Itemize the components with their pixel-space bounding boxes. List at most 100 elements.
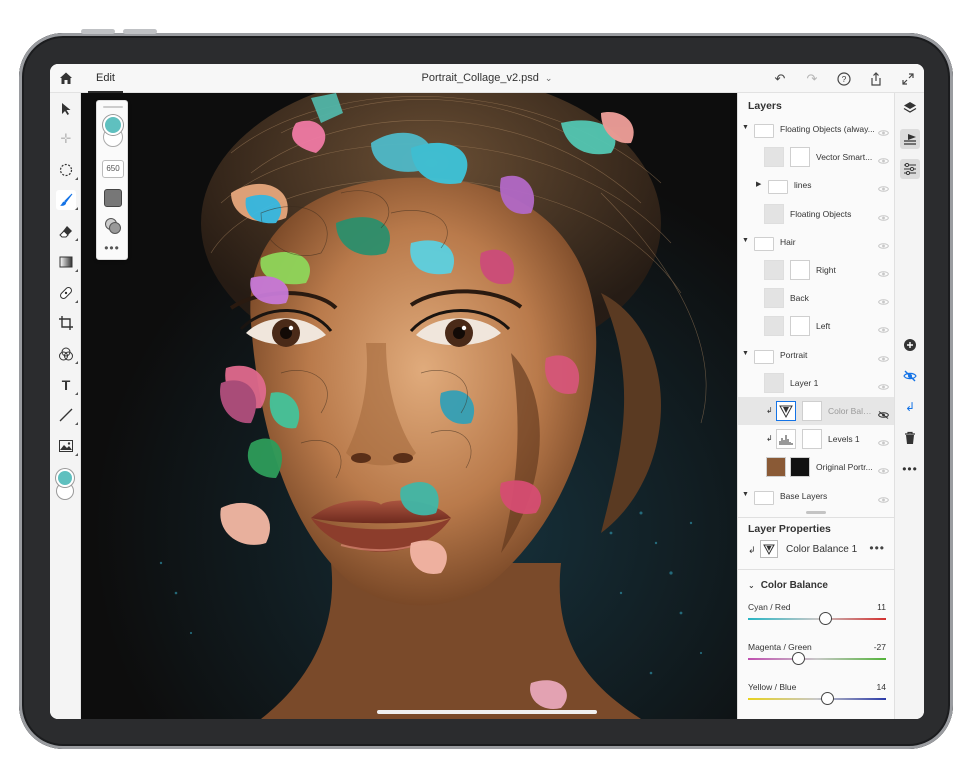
layer-name: Vector Smart... (816, 152, 873, 163)
brush-settings-icon[interactable] (104, 189, 122, 207)
slider-value[interactable]: 14 (877, 682, 886, 692)
color-balance-icon (776, 401, 796, 421)
slider-label: Cyan / Red (748, 602, 791, 612)
expand-arrow-icon[interactable]: ▼ (742, 491, 749, 498)
layer-row[interactable]: Vector Smart... (738, 143, 895, 171)
color-balance-section[interactable]: ⌄ Color Balance (748, 580, 828, 591)
layer-row[interactable]: Left (738, 312, 895, 340)
crop-tool-icon[interactable] (56, 313, 76, 333)
more-icon[interactable]: ••• (900, 459, 920, 479)
drag-handle[interactable] (103, 106, 123, 108)
layer-thumbnail (764, 316, 784, 337)
fullscreen-icon[interactable] (898, 69, 918, 89)
type-tool-icon[interactable]: T (56, 375, 78, 395)
eye-icon[interactable] (877, 209, 890, 221)
layer-mask-thumbnail (802, 429, 822, 450)
eye-icon[interactable] (877, 434, 890, 446)
slider-value[interactable]: 11 (877, 602, 886, 612)
layer-row[interactable]: Layer 1 (738, 369, 895, 397)
eye-icon[interactable] (877, 152, 890, 164)
color-balance-slider[interactable]: Magenta / Green -27 (748, 642, 886, 676)
layers-panel: Layers ▼ Floating Objects (alway... Vector… (737, 93, 895, 719)
eye-icon[interactable] (877, 265, 890, 277)
clip-to-layer-icon[interactable]: ↲ (900, 397, 920, 417)
layer-name: Floating Objects (alway... (780, 124, 875, 134)
document-title-text: Portrait_Collage_v2.psd (421, 72, 539, 84)
redo-icon[interactable]: ↷ (802, 69, 822, 89)
layer-mask-thumbnail (802, 401, 822, 421)
eye-icon[interactable] (877, 491, 890, 503)
layers-icon[interactable] (900, 98, 920, 118)
slider-knob[interactable] (820, 692, 834, 705)
fill-tool-icon[interactable] (56, 344, 78, 364)
color-balance-slider[interactable]: Cyan / Red 11 (748, 602, 886, 636)
selection-tool-icon[interactable] (56, 160, 78, 180)
foreground-color-swatch[interactable] (56, 469, 74, 487)
help-icon[interactable]: ? (834, 69, 854, 89)
layer-thumbnail (764, 372, 784, 393)
layer-row[interactable]: ▼ Hair (738, 228, 895, 256)
eye-icon[interactable] (877, 378, 890, 390)
slider-value[interactable]: -27 (874, 642, 886, 652)
slider-knob[interactable] (818, 612, 832, 625)
blend-mode-icon[interactable] (104, 217, 122, 235)
slider-track[interactable] (748, 658, 886, 660)
slider-knob[interactable] (792, 652, 806, 665)
gradient-tool-icon[interactable] (56, 252, 78, 272)
share-icon[interactable] (866, 69, 886, 89)
layer-row[interactable]: Right (738, 256, 895, 284)
tools-toolbar: ✛ T (50, 93, 81, 719)
eraser-tool-icon[interactable] (56, 221, 78, 241)
layer-row[interactable]: ▼ Portrait (738, 341, 895, 369)
layer-name: Left (816, 321, 831, 332)
visibility-off-icon[interactable] (900, 366, 920, 386)
expand-arrow-icon[interactable]: ▼ (742, 350, 749, 357)
eye-icon[interactable] (877, 321, 890, 334)
healing-tool-icon[interactable] (56, 283, 78, 303)
layer-row[interactable]: Original Portr... (738, 453, 895, 481)
line-tool-icon[interactable] (56, 405, 78, 425)
more-options-icon[interactable]: ••• (97, 241, 127, 255)
layer-row[interactable]: Back (738, 284, 895, 312)
eye-icon[interactable] (877, 462, 890, 475)
layer-row[interactable]: ▼ Base Layers (738, 482, 895, 510)
slider-track[interactable] (748, 618, 886, 620)
transform-tool-icon[interactable]: ✛ (56, 129, 76, 149)
more-icon[interactable]: ••• (869, 541, 885, 555)
adjustments-icon[interactable] (900, 159, 920, 179)
document-canvas[interactable] (81, 93, 737, 719)
eye-icon[interactable] (877, 124, 890, 136)
brush-tool-icon[interactable] (56, 190, 78, 210)
layer-row[interactable]: ▶ lines (738, 171, 895, 199)
expand-arrow-icon[interactable]: ▼ (742, 124, 749, 131)
layer-row[interactable]: ▼ Floating Objects (alway... (738, 115, 895, 143)
place-image-icon[interactable] (56, 436, 78, 456)
eye-off-icon[interactable] (877, 406, 890, 419)
eye-icon[interactable] (877, 350, 890, 362)
panel-resize-handle[interactable] (806, 511, 826, 514)
layer-mask-thumbnail (790, 260, 810, 280)
color-balance-slider[interactable]: Yellow / Blue 14 (748, 682, 886, 716)
top-actions: ↶ ↷ ? (770, 69, 918, 89)
properties-layer-row: ↲ Color Balance 1 ••• (738, 539, 895, 561)
layer-row[interactable]: ↲ Color Bala... (738, 397, 895, 425)
delete-icon[interactable] (900, 428, 920, 448)
eye-icon[interactable] (877, 180, 890, 193)
collapse-arrow-icon[interactable]: ▶ (756, 180, 761, 188)
undo-icon[interactable]: ↶ (770, 69, 790, 89)
folder-icon (754, 349, 774, 364)
brush-color-swatch[interactable] (103, 115, 123, 135)
layer-properties-icon[interactable] (900, 129, 920, 149)
layer-row[interactable]: Floating Objects (738, 200, 895, 228)
add-layer-icon[interactable] (900, 335, 920, 355)
move-tool-icon[interactable] (56, 99, 76, 119)
home-indicator[interactable] (377, 710, 597, 714)
panel-divider (738, 569, 895, 570)
eye-icon[interactable] (877, 293, 890, 305)
brush-size-field[interactable]: 650 (102, 160, 124, 178)
layer-name: Hair (780, 236, 796, 247)
layer-row[interactable]: ↲ Levels 1 (738, 425, 895, 453)
expand-arrow-icon[interactable]: ▼ (742, 237, 749, 244)
eye-icon[interactable] (877, 237, 890, 249)
slider-track[interactable] (748, 698, 886, 700)
